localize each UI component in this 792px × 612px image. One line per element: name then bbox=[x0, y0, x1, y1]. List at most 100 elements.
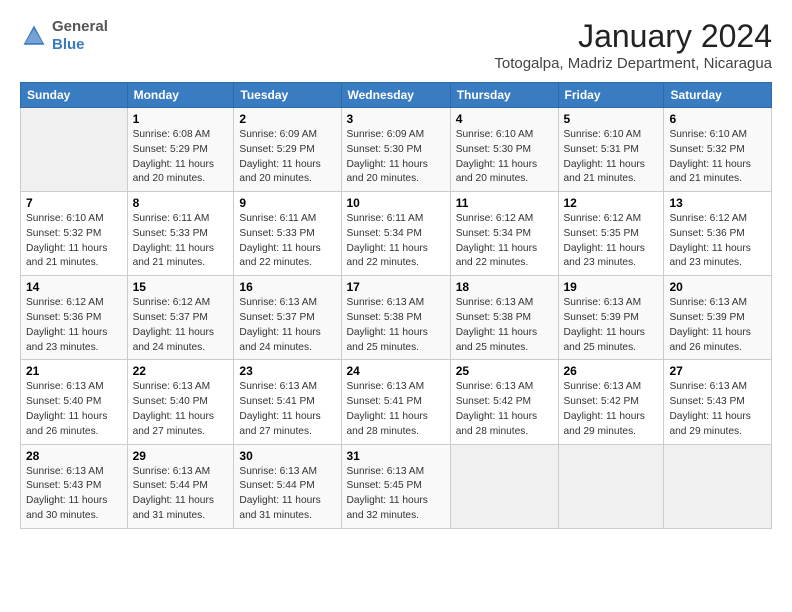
day-number: 10 bbox=[347, 196, 445, 210]
day-number: 15 bbox=[133, 280, 229, 294]
day-number: 17 bbox=[347, 280, 445, 294]
day-number: 3 bbox=[347, 112, 445, 126]
day-info: Sunrise: 6:13 AMSunset: 5:40 PMDaylight:… bbox=[26, 380, 122, 439]
calendar-cell: 17 Sunrise: 6:13 AMSunset: 5:38 PMDayligh… bbox=[341, 276, 450, 360]
day-info: Sunrise: 6:12 AMSunset: 5:36 PMDaylight:… bbox=[26, 296, 122, 355]
week-row-4: 21 Sunrise: 6:13 AMSunset: 5:40 PMDayligh… bbox=[21, 360, 772, 444]
day-number: 20 bbox=[669, 280, 766, 294]
logo-icon bbox=[20, 22, 48, 50]
day-number: 31 bbox=[347, 449, 445, 463]
day-info: Sunrise: 6:11 AMSunset: 5:33 PMDaylight:… bbox=[133, 212, 229, 271]
calendar-cell: 22 Sunrise: 6:13 AMSunset: 5:40 PMDayligh… bbox=[127, 360, 234, 444]
day-of-week-friday: Friday bbox=[558, 83, 664, 108]
day-number: 29 bbox=[133, 449, 229, 463]
day-of-week-wednesday: Wednesday bbox=[341, 83, 450, 108]
day-info: Sunrise: 6:12 AMSunset: 5:36 PMDaylight:… bbox=[669, 212, 766, 271]
day-of-week-sunday: Sunday bbox=[21, 83, 128, 108]
day-info: Sunrise: 6:13 AMSunset: 5:38 PMDaylight:… bbox=[456, 296, 553, 355]
calendar-cell: 30 Sunrise: 6:13 AMSunset: 5:44 PMDayligh… bbox=[234, 444, 341, 528]
week-row-2: 7Sunrise: 6:10 AMSunset: 5:32 PMDaylight… bbox=[21, 192, 772, 276]
day-number: 21 bbox=[26, 364, 122, 378]
day-number: 18 bbox=[456, 280, 553, 294]
day-number: 22 bbox=[133, 364, 229, 378]
calendar-cell: 9Sunrise: 6:11 AMSunset: 5:33 PMDaylight… bbox=[234, 192, 341, 276]
calendar-cell: 16 Sunrise: 6:13 AMSunset: 5:37 PMDayligh… bbox=[234, 276, 341, 360]
calendar-cell: 8 Sunrise: 6:11 AMSunset: 5:33 PMDaylight… bbox=[127, 192, 234, 276]
day-number: 14 bbox=[26, 280, 122, 294]
day-info: Sunrise: 6:13 AMSunset: 5:40 PMDaylight:… bbox=[133, 380, 229, 439]
calendar-header: SundayMondayTuesdayWednesdayThursdayFrid… bbox=[21, 83, 772, 108]
calendar-cell: 3 Sunrise: 6:09 AMSunset: 5:30 PMDaylight… bbox=[341, 108, 450, 192]
day-info: Sunrise: 6:13 AMSunset: 5:42 PMDaylight:… bbox=[564, 380, 659, 439]
header: General Blue January 2024 Totogalpa, Mad… bbox=[20, 18, 772, 72]
day-info: Sunrise: 6:09 AMSunset: 5:30 PMDaylight:… bbox=[347, 128, 445, 187]
day-number: 7 bbox=[26, 196, 122, 210]
day-number: 28 bbox=[26, 449, 122, 463]
calendar-cell: 25 Sunrise: 6:13 AMSunset: 5:42 PMDayligh… bbox=[450, 360, 558, 444]
calendar-cell: 1 Sunrise: 6:08 AMSunset: 5:29 PMDaylight… bbox=[127, 108, 234, 192]
days-of-week-row: SundayMondayTuesdayWednesdayThursdayFrid… bbox=[21, 83, 772, 108]
logo: General Blue bbox=[20, 18, 108, 54]
day-number: 30 bbox=[239, 449, 335, 463]
day-number: 13 bbox=[669, 196, 766, 210]
logo-general-text: General bbox=[52, 18, 108, 35]
day-number: 24 bbox=[347, 364, 445, 378]
calendar-cell bbox=[450, 444, 558, 528]
day-info: Sunrise: 6:13 AMSunset: 5:41 PMDaylight:… bbox=[347, 380, 445, 439]
day-number: 6 bbox=[669, 112, 766, 126]
week-row-1: 1 Sunrise: 6:08 AMSunset: 5:29 PMDaylight… bbox=[21, 108, 772, 192]
location: Totogalpa, Madriz Department, Nicaragua bbox=[494, 55, 772, 72]
calendar-cell: 24 Sunrise: 6:13 AMSunset: 5:41 PMDayligh… bbox=[341, 360, 450, 444]
day-of-week-monday: Monday bbox=[127, 83, 234, 108]
calendar-body: 1 Sunrise: 6:08 AMSunset: 5:29 PMDaylight… bbox=[21, 108, 772, 529]
day-info: Sunrise: 6:13 AMSunset: 5:44 PMDaylight:… bbox=[239, 465, 335, 524]
calendar-cell: 29 Sunrise: 6:13 AMSunset: 5:44 PMDayligh… bbox=[127, 444, 234, 528]
calendar-cell: 20Sunrise: 6:13 AMSunset: 5:39 PMDayligh… bbox=[664, 276, 772, 360]
day-info: Sunrise: 6:13 AMSunset: 5:42 PMDaylight:… bbox=[456, 380, 553, 439]
day-info: Sunrise: 6:13 AMSunset: 5:39 PMDaylight:… bbox=[564, 296, 659, 355]
day-info: Sunrise: 6:12 AMSunset: 5:34 PMDaylight:… bbox=[456, 212, 553, 271]
day-info: Sunrise: 6:11 AMSunset: 5:34 PMDaylight:… bbox=[347, 212, 445, 271]
day-number: 27 bbox=[669, 364, 766, 378]
calendar-cell: 7Sunrise: 6:10 AMSunset: 5:32 PMDaylight… bbox=[21, 192, 128, 276]
day-number: 9 bbox=[239, 196, 335, 210]
calendar-cell: 23 Sunrise: 6:13 AMSunset: 5:41 PMDayligh… bbox=[234, 360, 341, 444]
logo-text: General Blue bbox=[52, 18, 108, 54]
day-info: Sunrise: 6:08 AMSunset: 5:29 PMDaylight:… bbox=[133, 128, 229, 187]
calendar-cell: 15 Sunrise: 6:12 AMSunset: 5:37 PMDayligh… bbox=[127, 276, 234, 360]
day-info: Sunrise: 6:13 AMSunset: 5:41 PMDaylight:… bbox=[239, 380, 335, 439]
calendar-cell bbox=[558, 444, 664, 528]
day-number: 19 bbox=[564, 280, 659, 294]
day-number: 5 bbox=[564, 112, 659, 126]
day-info: Sunrise: 6:13 AMSunset: 5:37 PMDaylight:… bbox=[239, 296, 335, 355]
calendar-cell: 26Sunrise: 6:13 AMSunset: 5:42 PMDayligh… bbox=[558, 360, 664, 444]
title-block: January 2024 Totogalpa, Madriz Departmen… bbox=[494, 18, 772, 72]
calendar-cell: 11Sunrise: 6:12 AMSunset: 5:34 PMDayligh… bbox=[450, 192, 558, 276]
calendar: SundayMondayTuesdayWednesdayThursdayFrid… bbox=[20, 82, 772, 529]
day-info: Sunrise: 6:10 AMSunset: 5:32 PMDaylight:… bbox=[669, 128, 766, 187]
day-number: 8 bbox=[133, 196, 229, 210]
day-number: 23 bbox=[239, 364, 335, 378]
day-info: Sunrise: 6:13 AMSunset: 5:38 PMDaylight:… bbox=[347, 296, 445, 355]
page: General Blue January 2024 Totogalpa, Mad… bbox=[0, 0, 792, 539]
day-number: 16 bbox=[239, 280, 335, 294]
day-info: Sunrise: 6:12 AMSunset: 5:37 PMDaylight:… bbox=[133, 296, 229, 355]
day-of-week-thursday: Thursday bbox=[450, 83, 558, 108]
calendar-cell: 27Sunrise: 6:13 AMSunset: 5:43 PMDayligh… bbox=[664, 360, 772, 444]
day-info: Sunrise: 6:10 AMSunset: 5:30 PMDaylight:… bbox=[456, 128, 553, 187]
day-number: 2 bbox=[239, 112, 335, 126]
day-number: 12 bbox=[564, 196, 659, 210]
calendar-cell: 21 Sunrise: 6:13 AMSunset: 5:40 PMDayligh… bbox=[21, 360, 128, 444]
day-number: 4 bbox=[456, 112, 553, 126]
calendar-cell: 18 Sunrise: 6:13 AMSunset: 5:38 PMDayligh… bbox=[450, 276, 558, 360]
calendar-cell: 14 Sunrise: 6:12 AMSunset: 5:36 PMDayligh… bbox=[21, 276, 128, 360]
day-info: Sunrise: 6:13 AMSunset: 5:44 PMDaylight:… bbox=[133, 465, 229, 524]
day-number: 25 bbox=[456, 364, 553, 378]
day-of-week-saturday: Saturday bbox=[664, 83, 772, 108]
calendar-cell: 12Sunrise: 6:12 AMSunset: 5:35 PMDayligh… bbox=[558, 192, 664, 276]
day-number: 1 bbox=[133, 112, 229, 126]
month-title: January 2024 bbox=[494, 18, 772, 55]
calendar-cell: 6 Sunrise: 6:10 AMSunset: 5:32 PMDaylight… bbox=[664, 108, 772, 192]
logo-blue-text: Blue bbox=[52, 36, 85, 53]
calendar-cell bbox=[21, 108, 128, 192]
